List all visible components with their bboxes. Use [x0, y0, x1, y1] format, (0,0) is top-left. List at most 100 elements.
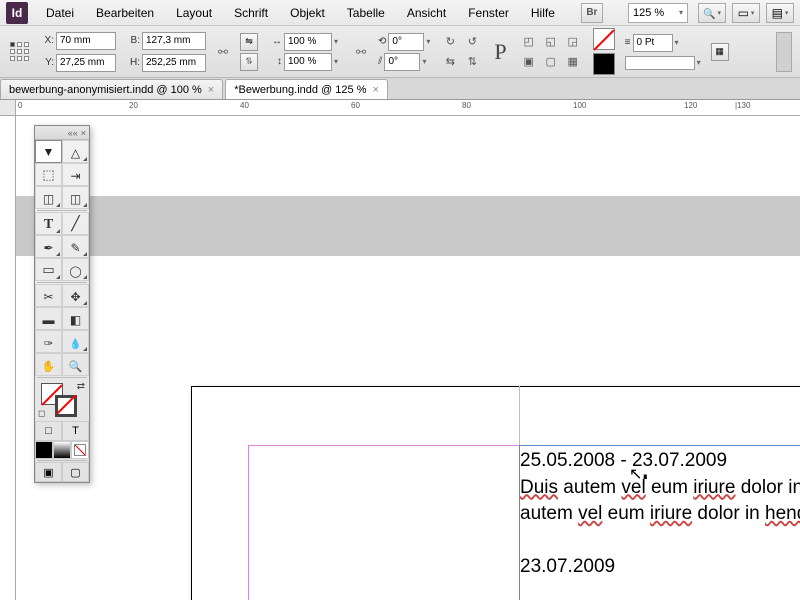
free-transform-tool[interactable] [62, 284, 89, 307]
direct-selection-tool[interactable] [62, 140, 89, 163]
ellipse-tool[interactable] [62, 258, 89, 281]
shear-input[interactable]: 0° [384, 53, 420, 71]
formatting-text-button[interactable]: T [62, 421, 89, 441]
text-frame[interactable]: 25.05.2008 - 23.07.2009 Duis autem vel e… [519, 445, 800, 600]
stroke-color-swatch[interactable] [55, 395, 77, 417]
selection-tool[interactable] [35, 140, 62, 163]
constrain-scale-icon[interactable]: ⚯ [354, 32, 368, 72]
scale-y-input[interactable]: 100 % [284, 53, 332, 71]
type-tool[interactable] [35, 212, 62, 235]
flip-v-icon[interactable]: ⇅ [462, 53, 482, 71]
gradient-swatch-tool[interactable] [35, 307, 62, 330]
chevron-down-icon[interactable]: ▾ [426, 37, 430, 46]
gap-tool[interactable] [62, 163, 89, 186]
menu-ansicht[interactable]: Ansicht [397, 2, 456, 24]
text-line[interactable]: Duis autem vel eum iriure dolor in h [520, 475, 800, 502]
menu-schrift[interactable]: Schrift [224, 2, 278, 24]
apply-gradient-button[interactable] [53, 441, 71, 459]
menu-layout[interactable]: Layout [166, 2, 222, 24]
pencil-tool[interactable] [62, 235, 89, 258]
fit-frame-icon[interactable]: ▢ [541, 53, 561, 71]
app-logo: Id [6, 2, 28, 24]
menu-datei[interactable]: Datei [36, 2, 84, 24]
stroke-swatch[interactable] [593, 53, 615, 75]
text-line[interactable]: 25.05.2008 - 23.07.2009 [520, 448, 800, 475]
page-tool[interactable] [35, 163, 62, 186]
select-content-icon[interactable]: ◱ [541, 33, 561, 51]
rotate-ccw-icon[interactable]: ↺ [462, 33, 482, 51]
apply-color-button[interactable] [35, 441, 53, 459]
flip-vertical-button[interactable]: ⥮ [240, 53, 258, 71]
rotation-input[interactable]: 0° [388, 33, 424, 51]
stroke-style-dropdown[interactable] [625, 56, 695, 70]
stroke-weight-input[interactable]: 0 Pt [633, 34, 673, 52]
close-icon[interactable]: × [81, 128, 86, 138]
gradient-feather-tool[interactable] [62, 307, 89, 330]
horizontal-ruler[interactable]: 0 20 40 60 80 100 120 |130 [0, 100, 800, 116]
fit-content-icon[interactable]: ▣ [519, 53, 539, 71]
chevron-down-icon[interactable]: ▾ [697, 58, 701, 67]
flip-h-icon[interactable]: ⇆ [440, 53, 460, 71]
rotate-cw-icon[interactable]: ↻ [440, 33, 460, 51]
paragraph-style-icon: P [492, 39, 508, 65]
default-colors-icon[interactable]: ◻ [38, 408, 45, 419]
fill-stroke-swatches[interactable]: ⇄ ◻ [35, 379, 89, 421]
pen-tool[interactable] [35, 235, 62, 258]
menu-tabelle[interactable]: Tabelle [337, 2, 395, 24]
eyedropper-tool[interactable] [62, 330, 89, 353]
menu-hilfe[interactable]: Hilfe [521, 2, 565, 24]
note-tool[interactable] [35, 330, 62, 353]
h-input[interactable]: 252,25 mm [142, 54, 206, 72]
hand-tool[interactable] [35, 353, 62, 376]
reference-point[interactable] [8, 32, 32, 72]
vertical-ruler[interactable] [0, 116, 16, 600]
rectangle-frame-tool[interactable] [35, 258, 62, 281]
preview-view-button[interactable]: ▢ [62, 462, 89, 482]
scale-x-input[interactable]: 100 % [284, 33, 332, 51]
scissors-tool[interactable] [35, 284, 62, 307]
content-collector-tool[interactable] [35, 186, 62, 209]
apply-none-button[interactable] [71, 441, 89, 459]
center-content-icon[interactable]: ▦ [563, 53, 583, 71]
text-line[interactable]: autem vel eum iriure dolor in hend [520, 501, 800, 528]
menu-objekt[interactable]: Objekt [280, 2, 335, 24]
panel-dock[interactable] [776, 32, 792, 72]
flip-horizontal-button[interactable]: ⇋ [240, 33, 258, 51]
text-line[interactable]: 23.07.2009 [520, 554, 800, 581]
document-canvas[interactable]: 25.05.2008 - 23.07.2009 Duis autem vel e… [16, 116, 800, 600]
formatting-container-button[interactable]: □ [35, 421, 62, 441]
document-tab[interactable]: *Bewerbung.indd @ 125 % × [225, 79, 388, 99]
constrain-wh-icon[interactable]: ⚯ [216, 32, 230, 72]
ruler-origin[interactable] [0, 100, 16, 116]
tools-panel: «« × ⇄ ◻ □ T [34, 125, 90, 483]
zoom-tool[interactable] [62, 353, 89, 376]
y-input[interactable]: 27,25 mm [56, 54, 116, 72]
zoom-level-field[interactable]: 125 % [628, 3, 688, 23]
collapse-icon[interactable]: «« [68, 128, 78, 138]
select-prev-icon[interactable]: ◲ [563, 33, 583, 51]
menu-bearbeiten[interactable]: Bearbeiten [86, 2, 164, 24]
scale-x-icon: ↔ [268, 36, 282, 47]
swap-colors-icon[interactable]: ⇄ [77, 381, 85, 392]
content-placer-tool[interactable] [62, 186, 89, 209]
chevron-down-icon[interactable]: ▾ [422, 57, 426, 66]
chevron-down-icon[interactable]: ▾ [334, 37, 344, 46]
effects-button[interactable]: ▦ [711, 43, 729, 61]
search-menu-button[interactable] [698, 3, 726, 23]
screen-mode-button[interactable] [732, 3, 760, 23]
chevron-down-icon[interactable]: ▾ [334, 57, 344, 66]
select-container-icon[interactable]: ◰ [519, 33, 539, 51]
fill-swatch[interactable] [593, 28, 615, 50]
menu-fenster[interactable]: Fenster [458, 2, 519, 24]
close-icon[interactable]: × [372, 84, 378, 96]
w-input[interactable]: 127,3 mm [142, 32, 206, 50]
x-input[interactable]: 70 mm [56, 32, 116, 50]
normal-view-button[interactable]: ▣ [35, 462, 62, 482]
bridge-button[interactable]: Br [581, 3, 603, 23]
tools-panel-header[interactable]: «« × [35, 126, 89, 140]
arrange-docs-button[interactable] [766, 3, 794, 23]
chevron-down-icon[interactable]: ▾ [675, 38, 679, 47]
close-icon[interactable]: × [208, 84, 214, 96]
document-tab[interactable]: bewerbung-anonymisiert.indd @ 100 % × [0, 79, 223, 99]
line-tool[interactable] [62, 212, 89, 235]
